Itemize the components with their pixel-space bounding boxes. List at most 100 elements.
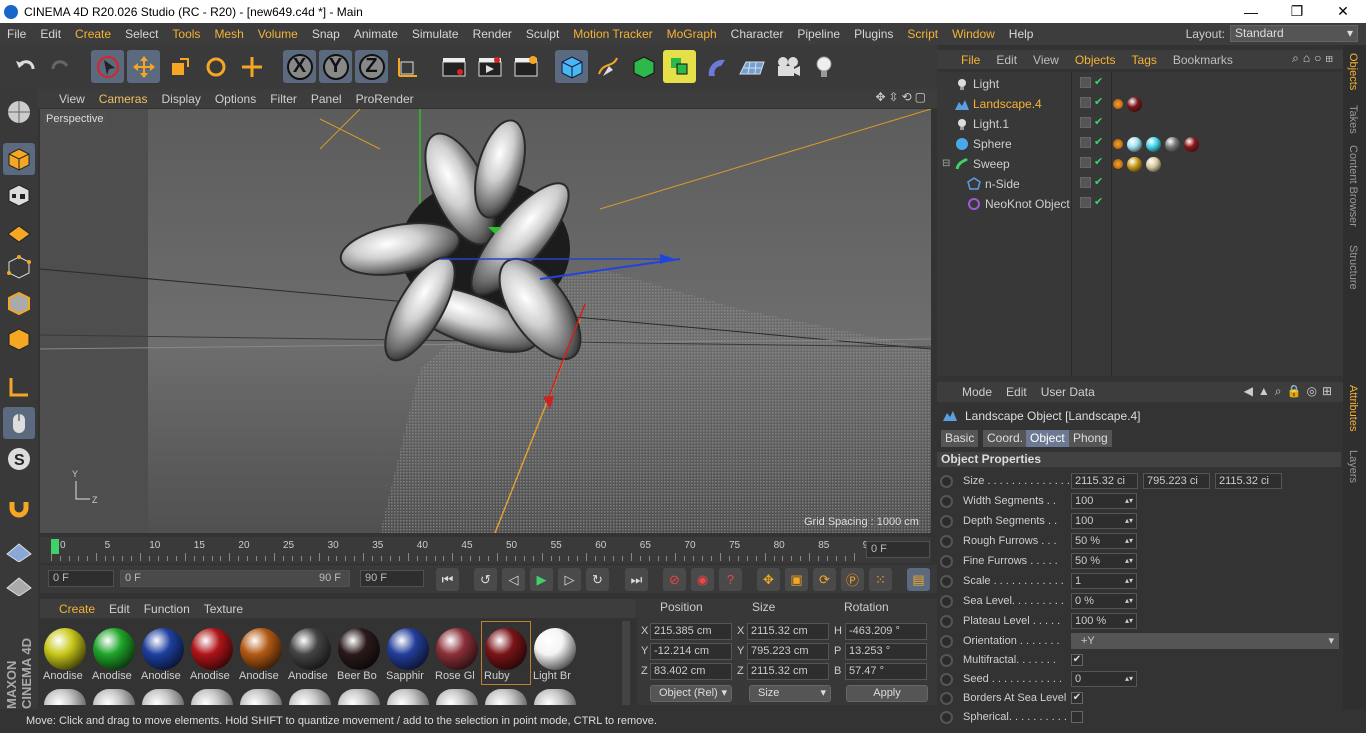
material-anodise[interactable]: Anodise (90, 622, 138, 684)
array-button[interactable] (663, 50, 696, 83)
stepper-icon[interactable]: ▴▾ (1125, 574, 1133, 588)
phong-tag-icon[interactable] (1113, 139, 1123, 149)
redo-button[interactable] (44, 50, 77, 83)
size-x-field[interactable]: 2115.32 cm (747, 623, 829, 640)
frame-range-slider[interactable]: 0 F 90 F (120, 570, 350, 587)
render-settings-button[interactable] (509, 50, 542, 83)
size-mode-dropdown[interactable]: Size ▾ (749, 685, 831, 702)
position-y-field[interactable]: -12.214 cm (650, 643, 732, 660)
object-row-light-1[interactable]: Light.1 ✔ (937, 114, 1343, 134)
animate-radio-icon[interactable] (940, 474, 953, 488)
model-mode-button[interactable] (3, 143, 35, 175)
attribute-menu-user-data[interactable]: User Data (1034, 385, 1102, 399)
key-scale-button[interactable]: ▣ (785, 568, 808, 591)
object-name[interactable]: Landscape.4 (973, 97, 1042, 111)
stepper-icon[interactable]: ▴▾ (1125, 594, 1133, 608)
cube-primitive-button[interactable] (555, 50, 588, 83)
go-to-start-button[interactable]: ⏮ (436, 568, 459, 591)
coordinate-system-button[interactable] (391, 50, 424, 83)
layer-flag[interactable] (1080, 117, 1091, 128)
enabled-check-icon[interactable]: ✔ (1094, 77, 1105, 88)
go-to-end-button[interactable]: ⏭ (625, 568, 648, 591)
material-ruby[interactable]: Ruby (481, 621, 531, 685)
visibility-flags[interactable]: ✔ (1080, 157, 1110, 171)
position-z-field[interactable]: 83.402 cm (650, 663, 732, 680)
property-value-field[interactable]: 0 % ▴▾ (1071, 593, 1137, 609)
object-name[interactable]: Sphere (973, 137, 1012, 151)
tab-coord[interactable]: Coord. (983, 430, 1028, 447)
transform-tool-button[interactable] (235, 50, 268, 83)
attribute-menu-mode[interactable]: Mode (955, 385, 999, 399)
polygon-mode-button[interactable] (3, 323, 35, 355)
rotate-tool-button[interactable] (199, 50, 232, 83)
layer-flag[interactable] (1080, 137, 1091, 148)
property-value-field[interactable]: 1 ▴▾ (1071, 573, 1137, 589)
floor-button[interactable] (735, 50, 768, 83)
animate-radio-icon[interactable] (940, 672, 953, 686)
key-parameter-button[interactable]: Ⓟ (841, 568, 864, 591)
timeline-window-button[interactable]: ▤ (907, 568, 930, 591)
close-button[interactable]: ✕ (1320, 0, 1366, 23)
visibility-flags[interactable]: ✔ (1080, 117, 1110, 131)
animate-radio-icon[interactable] (940, 634, 953, 648)
side-tab-layers[interactable]: Layers (1347, 450, 1359, 483)
key-help-button[interactable]: ? (719, 568, 742, 591)
previous-key-button[interactable]: ↺ (474, 568, 497, 591)
object-row-sweep[interactable]: Sweep ✔ ⊟ (937, 154, 1343, 174)
material-beer-bo[interactable]: Beer Bo (335, 622, 383, 684)
material-tag-icon[interactable] (1184, 136, 1199, 152)
next-frame-button[interactable]: ▷ (558, 568, 581, 591)
property-value-field[interactable]: 100 % ▴▾ (1071, 613, 1137, 629)
menu-window[interactable]: Window (945, 27, 1002, 41)
material-anodise[interactable]: Anodise (286, 622, 334, 684)
floor-grid-toggle-button[interactable] (3, 533, 35, 565)
property-value-field[interactable]: 50 % ▴▾ (1071, 533, 1137, 549)
previous-frame-button[interactable]: ◁ (502, 568, 525, 591)
object-name[interactable]: Light.1 (973, 117, 1009, 131)
deformer-button[interactable] (699, 50, 732, 83)
size-value-field[interactable]: 795.223 ci (1143, 473, 1210, 489)
property-value-field[interactable]: 50 % ▴▾ (1071, 553, 1137, 569)
viewport-nav-icons[interactable]: ✥⇳⟲▢ (875, 90, 929, 104)
phong-tag-icon[interactable] (1113, 99, 1123, 109)
enabled-check-icon[interactable]: ✔ (1094, 137, 1105, 148)
layer-flag[interactable] (1080, 177, 1091, 188)
collapse-icon[interactable]: ⊟ (942, 158, 950, 169)
material-tag-icon[interactable] (1146, 156, 1161, 172)
viewport-menu-panel[interactable]: Panel (304, 92, 349, 106)
animate-radio-icon[interactable] (940, 574, 953, 588)
menu-help[interactable]: Help (1002, 27, 1041, 41)
undo-button[interactable] (8, 50, 41, 83)
enabled-check-icon[interactable]: ✔ (1094, 177, 1105, 188)
object-menu-bookmarks[interactable]: Bookmarks (1165, 53, 1241, 67)
stepper-icon[interactable]: ▴▾ (1125, 514, 1133, 528)
material-menu-texture[interactable]: Texture (197, 602, 250, 616)
object-menu-tags[interactable]: Tags (1124, 53, 1165, 67)
object-row-n-side[interactable]: n-Side ✔ (937, 174, 1343, 194)
animate-radio-icon[interactable] (940, 653, 953, 667)
z-axis-lock-button[interactable]: Z (355, 50, 388, 83)
side-tab-objects[interactable]: Objects (1347, 53, 1359, 90)
attribute-menu-edit[interactable]: Edit (999, 385, 1034, 399)
viewport-menu-prorender[interactable]: ProRender (349, 92, 421, 106)
light-button[interactable] (807, 50, 840, 83)
start-frame-field[interactable]: 0 F (48, 570, 114, 587)
attribute-nav-tools[interactable]: ◀▲⌕🔒◎⊞ (1244, 384, 1337, 399)
material-anodise[interactable]: Anodise (188, 622, 236, 684)
material-tag-icon[interactable] (1127, 136, 1142, 152)
side-tab-content-browser[interactable]: Content Browser (1347, 145, 1359, 227)
layout-dropdown[interactable]: Standard ▾ (1230, 25, 1358, 42)
object-row-sphere[interactable]: Sphere ✔ (937, 134, 1343, 154)
object-row-neoknot-object[interactable]: NeoKnot Object ✔ (937, 194, 1343, 214)
object-name[interactable]: n-Side (985, 177, 1020, 191)
make-editable-button[interactable] (3, 97, 35, 129)
apply-button[interactable]: Apply (846, 685, 928, 702)
object-name[interactable]: Light (973, 77, 999, 91)
animate-radio-icon[interactable] (940, 691, 953, 705)
enabled-check-icon[interactable]: ✔ (1094, 97, 1105, 108)
tab-phong[interactable]: Phong (1069, 430, 1112, 447)
material-tag-icon[interactable] (1146, 136, 1161, 152)
menu-sculpt[interactable]: Sculpt (519, 27, 566, 41)
magnet-button[interactable] (3, 491, 35, 523)
material-tag-icon[interactable] (1127, 156, 1142, 172)
